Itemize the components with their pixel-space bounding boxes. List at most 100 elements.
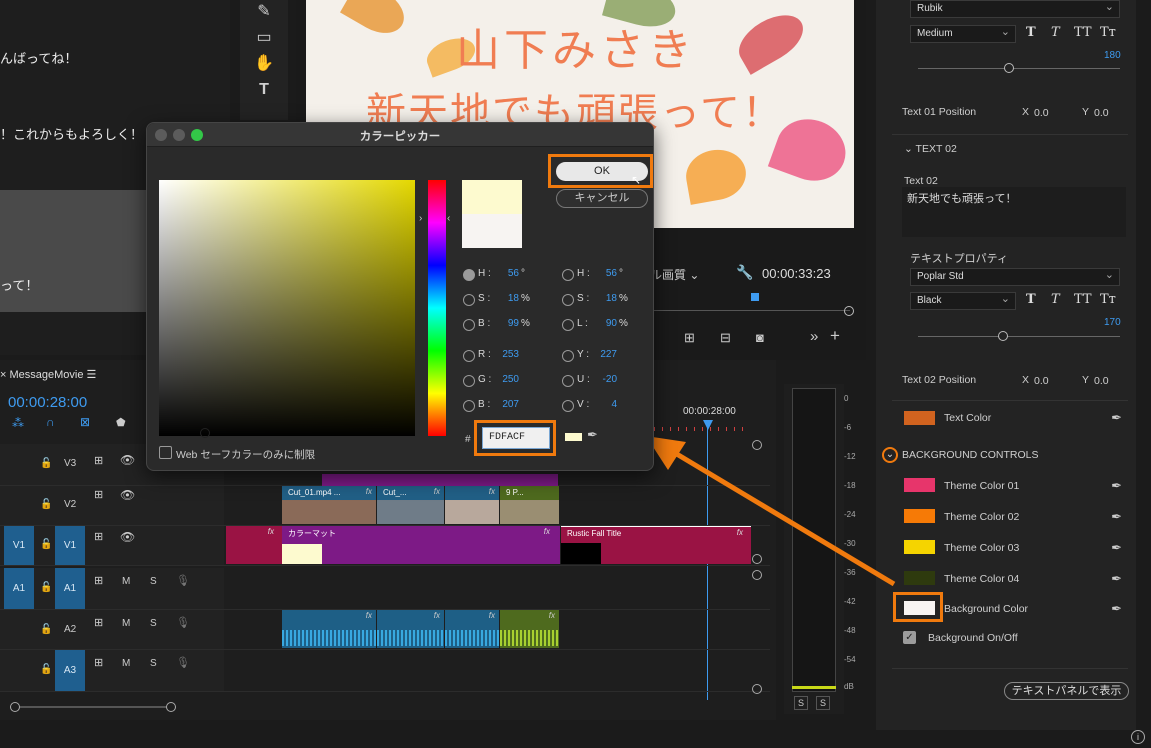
track-label[interactable]: A3 (55, 650, 85, 691)
color-model-radio[interactable] (562, 350, 574, 362)
lock-icon[interactable]: 🔓 (40, 664, 52, 675)
video-clip[interactable]: Cut_... fx (377, 486, 444, 524)
color-model-radio[interactable] (463, 400, 475, 412)
fx-badge[interactable]: fx (489, 611, 495, 620)
color-model-radio[interactable] (463, 269, 475, 281)
color-model-radio[interactable] (463, 319, 475, 331)
solo-right-button[interactable]: S (816, 696, 830, 710)
channel-value[interactable]: 99 (497, 318, 519, 329)
fx-badge[interactable]: fx (544, 527, 550, 536)
eyedropper-icon[interactable]: ✒ (587, 427, 598, 443)
microphone-icon[interactable]: 🎙 (176, 574, 190, 587)
font-select-2[interactable]: Poplar Std (910, 268, 1120, 286)
theme-color-swatch[interactable] (904, 540, 935, 554)
slider-knob[interactable] (997, 331, 1008, 341)
theme-color-swatch[interactable] (904, 478, 935, 492)
channel-value[interactable]: 4 (595, 399, 617, 410)
rectangle-tool-icon[interactable]: ▭ (254, 28, 274, 48)
extract-icon[interactable]: ⊟ (720, 330, 731, 346)
channel-value[interactable]: 250 (497, 374, 519, 385)
lock-icon[interactable]: 🔓 (40, 582, 52, 593)
saturation-brightness-field[interactable] (159, 180, 415, 436)
color-model-radio[interactable] (562, 269, 574, 281)
sync-icon[interactable]: ⊞ (94, 616, 103, 629)
sync-icon[interactable]: ⊞ (94, 488, 103, 501)
fx-badge[interactable]: fx (489, 487, 495, 496)
lift-icon[interactable]: ⊞ (684, 330, 695, 346)
lock-icon[interactable]: 🔓 (40, 539, 52, 550)
color-model-radio[interactable] (562, 294, 574, 306)
text01-y-value[interactable]: 0.0 (1094, 107, 1109, 119)
wrench-icon[interactable]: 🔧 (736, 264, 753, 281)
theme-color-swatch[interactable] (904, 509, 935, 523)
linked-selection-icon[interactable]: ⊠ (80, 415, 90, 429)
background-onoff-checkbox[interactable]: ✓ (903, 631, 916, 644)
text02-y-value[interactable]: 0.0 (1094, 375, 1109, 387)
sync-icon[interactable]: ⊞ (94, 574, 103, 587)
mute-button[interactable]: M (122, 618, 130, 629)
fx-badge[interactable]: fx (366, 487, 372, 496)
italic-icon[interactable]: T (1051, 25, 1060, 40)
source-track-target[interactable]: V1 (4, 526, 34, 565)
channel-value[interactable]: 207 (497, 399, 519, 410)
sync-icon[interactable]: ⊞ (94, 656, 103, 669)
fx-badge[interactable]: fx (434, 487, 440, 496)
video-clip[interactable]: 9 P... (500, 486, 559, 524)
solo-left-button[interactable]: S (794, 696, 808, 710)
font-weight-select-1[interactable]: Medium (910, 25, 1016, 43)
menu-icon[interactable]: ☰ (87, 369, 97, 381)
lock-icon[interactable]: 🔓 (40, 458, 52, 469)
channel-value[interactable]: 18 (497, 293, 519, 304)
program-scrub-bar[interactable] (654, 310, 850, 311)
video-clip[interactable]: Cut_01.mp4 ... fx (282, 486, 376, 524)
audio-clip[interactable]: fx (377, 610, 444, 648)
clip[interactable] (322, 474, 558, 486)
horizontal-scroll-handle[interactable] (166, 702, 176, 712)
mute-button[interactable]: M (122, 576, 130, 587)
track-label[interactable]: V1 (55, 526, 85, 565)
type-tool-icon[interactable]: T (254, 80, 274, 100)
eyedropper-icon[interactable]: ✒ (1111, 540, 1122, 556)
mute-button[interactable]: M (122, 658, 130, 669)
sync-icon[interactable]: ⊞ (94, 530, 103, 543)
text-color-swatch[interactable] (904, 411, 935, 425)
all-caps-icon[interactable]: TT (1074, 25, 1092, 40)
font-size-slider-2[interactable] (918, 336, 1120, 337)
channel-value[interactable]: -20 (595, 374, 617, 385)
playback-quality-select[interactable]: ル画質 ⌄ (650, 266, 699, 283)
track-label[interactable]: A1 (55, 568, 85, 609)
horizontal-scroll-handle[interactable] (10, 702, 20, 712)
add-button-icon[interactable]: + (830, 326, 840, 346)
font-select-1[interactable]: Rubik (910, 0, 1120, 18)
color-model-radio[interactable] (562, 319, 574, 331)
zoom-handle[interactable] (844, 306, 854, 316)
eyedropper-icon[interactable]: ✒ (1111, 571, 1122, 587)
channel-value[interactable]: 90 (595, 318, 617, 329)
text02-field[interactable]: 新天地でも頑張って！ (902, 187, 1126, 237)
eyedropper-icon[interactable]: ✒ (1111, 410, 1122, 426)
font-weight-select-2[interactable]: Black (910, 292, 1016, 310)
slider-knob[interactable] (1003, 63, 1014, 73)
more-controls-icon[interactable]: » (810, 328, 818, 345)
fx-badge[interactable]: fx (434, 611, 440, 620)
eye-icon[interactable]: 👁 (120, 530, 135, 544)
info-icon[interactable]: i (1131, 730, 1145, 744)
hue-slider[interactable] (428, 180, 446, 436)
dialog-titlebar[interactable]: カラーピッカー (147, 123, 653, 147)
font-size-value-1[interactable]: 180 (1104, 50, 1121, 61)
color-field-cursor[interactable] (200, 428, 210, 438)
solo-button[interactable]: S (150, 658, 157, 669)
text01-x-value[interactable]: 0.0 (1034, 107, 1049, 119)
theme-color-swatch[interactable] (904, 571, 935, 585)
bold-icon[interactable]: T (1026, 25, 1036, 40)
italic-icon[interactable]: T (1051, 292, 1060, 307)
fx-badge[interactable]: fx (366, 611, 372, 620)
channel-value[interactable]: 253 (497, 349, 519, 360)
all-caps-icon[interactable]: TT (1074, 292, 1092, 307)
lock-icon[interactable]: 🔓 (40, 499, 52, 510)
horizontal-scrollbar[interactable] (10, 706, 176, 708)
solo-button[interactable]: S (150, 618, 157, 629)
title-clip[interactable]: fx (226, 526, 282, 564)
color-model-radio[interactable] (562, 400, 574, 412)
small-caps-icon[interactable]: Tт (1100, 292, 1116, 307)
